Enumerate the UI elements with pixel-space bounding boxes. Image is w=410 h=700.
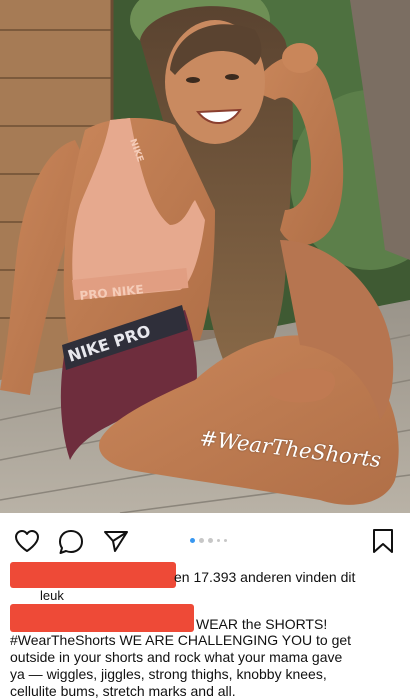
- share-icon[interactable]: [103, 529, 129, 558]
- likes-count-continued: leuk: [40, 588, 64, 603]
- likes-count[interactable]: en 17.393 anderen vinden dit: [174, 569, 355, 585]
- carousel-indicator: [190, 538, 227, 543]
- left-eye: [186, 77, 200, 83]
- caption-line: #WearTheShorts WE ARE CHALLENGING YOU to…: [10, 632, 352, 648]
- carousel-dot: [217, 539, 220, 542]
- carousel-dot: [224, 539, 227, 542]
- carousel-dot: [199, 538, 204, 543]
- right-eye: [225, 74, 239, 80]
- caption-text: #WearTheShorts WE ARE CHALLENGING YOU to…: [10, 632, 406, 700]
- carousel-dot: [208, 538, 213, 543]
- heart-icon[interactable]: [14, 529, 40, 558]
- carousel-dot: [190, 538, 195, 543]
- bookmark-icon[interactable]: [372, 528, 394, 559]
- instagram-post: PRO NIKE NIKE NIKE PRO #WearTheShorts en…: [0, 0, 410, 700]
- comment-icon[interactable]: [58, 529, 84, 560]
- caption-line: outside in your shorts and rock what you…: [10, 649, 343, 665]
- caption-title: WEAR the SHORTS!: [196, 616, 328, 632]
- caption-line: ya — wiggles, jiggles, strong thighs, kn…: [10, 666, 327, 682]
- redacted-author: [10, 604, 194, 632]
- hand: [282, 43, 318, 73]
- caption-line: cellulite bums, stretch marks and all.: [10, 683, 236, 699]
- redacted-username: [10, 562, 176, 588]
- post-photo[interactable]: PRO NIKE NIKE NIKE PRO #WearTheShorts: [0, 0, 410, 513]
